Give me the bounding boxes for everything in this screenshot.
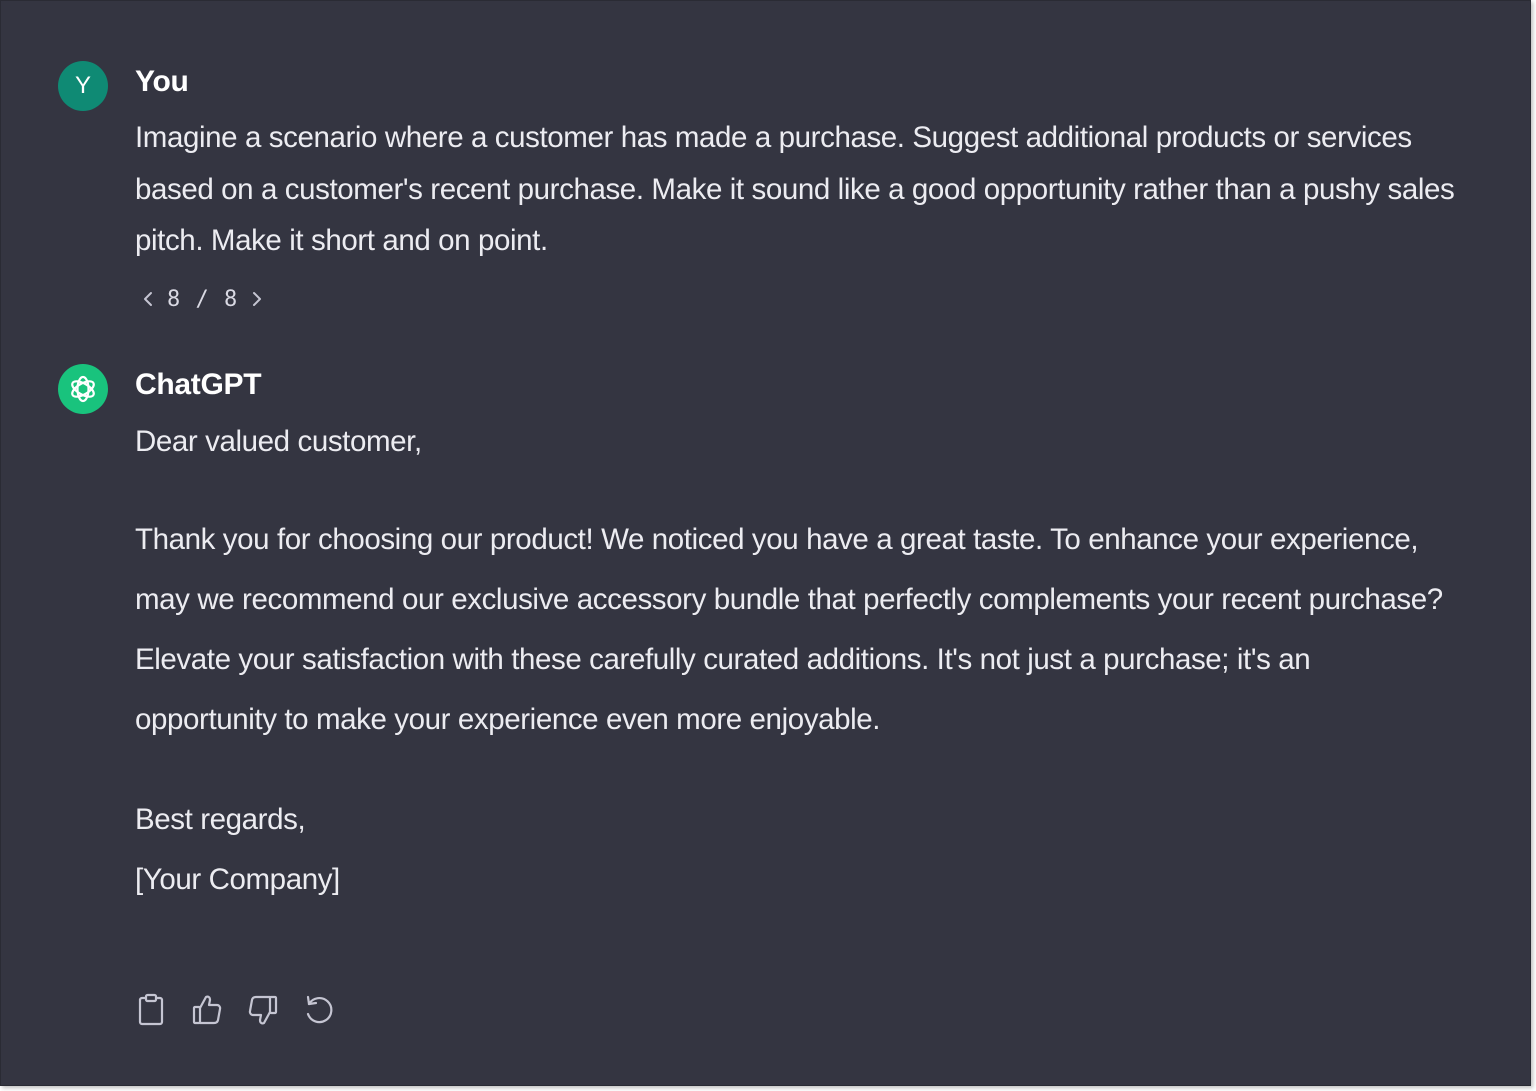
copy-icon[interactable] xyxy=(135,991,167,1029)
user-name: You xyxy=(135,65,189,98)
assistant-greeting: Dear valued customer, xyxy=(135,425,422,458)
user-message: Imagine a scenario where a customer has … xyxy=(135,121,1455,257)
thumbs-down-icon[interactable] xyxy=(247,991,279,1029)
chat-thread: Y You Imagine a scenario where a custome… xyxy=(0,0,1531,1086)
message-actions xyxy=(135,991,335,1029)
chevron-right-icon[interactable] xyxy=(246,285,268,313)
assistant-signature: [Your Company] xyxy=(135,863,340,896)
assistant-avatar xyxy=(58,364,108,414)
assistant-message: Dear valued customer, Thank you for choo… xyxy=(135,417,1455,910)
openai-logo-icon xyxy=(71,375,95,403)
user-avatar-letter: Y xyxy=(74,72,91,99)
pager-count: 8 / 8 xyxy=(167,286,239,312)
assistant-signoff-block: Best regards, [Your Company] xyxy=(135,790,1455,910)
assistant-body: Thank you for choosing our product! We n… xyxy=(135,523,1443,736)
chevron-left-icon[interactable] xyxy=(137,285,159,313)
thumbs-up-icon[interactable] xyxy=(191,991,223,1029)
assistant-name: ChatGPT xyxy=(135,368,262,401)
message-pager: 8 / 8 xyxy=(137,283,268,315)
assistant-signoff: Best regards, xyxy=(135,803,306,836)
user-avatar: Y xyxy=(58,61,108,111)
regenerate-icon[interactable] xyxy=(303,991,335,1029)
